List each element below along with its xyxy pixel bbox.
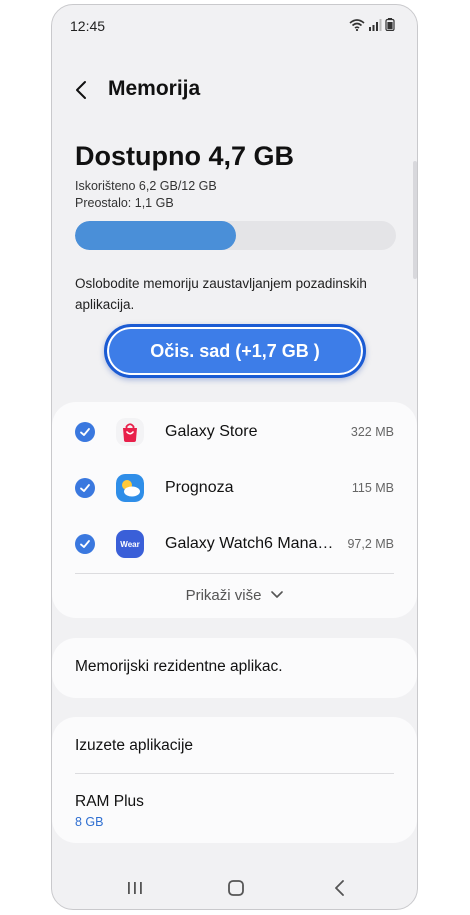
signal-icon bbox=[369, 18, 382, 31]
status-bar: 12:45 bbox=[52, 5, 417, 45]
phone-screen: 12:45 Memorija Dostupno 4,7 GB Iskorište… bbox=[51, 4, 418, 910]
excluded-apps-item[interactable]: Izuzete aplikacije bbox=[75, 737, 193, 755]
divider bbox=[75, 573, 394, 574]
app-row-galaxy-watch-manager[interactable]: Wear Galaxy Watch6 Manager 97,2 MB bbox=[52, 516, 417, 572]
app-name: Prognoza bbox=[165, 479, 234, 496]
chevron-down-icon bbox=[271, 591, 284, 598]
recent-apps-icon[interactable] bbox=[124, 877, 146, 899]
wear-icon: Wear bbox=[116, 530, 144, 558]
battery-icon bbox=[385, 18, 395, 31]
show-more-label: Prikaži više bbox=[185, 586, 262, 604]
ram-plus-value: 8 GB bbox=[75, 815, 104, 829]
app-size: 97,2 MB bbox=[347, 537, 394, 551]
app-name: Galaxy Watch6 Manager bbox=[165, 535, 335, 552]
ram-plus-item[interactable]: RAM Plus bbox=[75, 793, 144, 811]
back-arrow-icon[interactable] bbox=[70, 78, 94, 102]
used-memory-text: Iskorišteno 6,2 GB/12 GB bbox=[75, 179, 217, 193]
checkbox-checked[interactable] bbox=[75, 478, 95, 498]
app-size: 322 MB bbox=[350, 425, 394, 439]
settings-card: Izuzete aplikacije RAM Plus 8 GB bbox=[52, 717, 417, 843]
app-row-prognoza[interactable]: Prognoza 115 MB bbox=[52, 460, 417, 516]
checkbox-checked[interactable] bbox=[75, 534, 95, 554]
app-row-galaxy-store[interactable]: Galaxy Store 322 MB bbox=[52, 404, 417, 460]
memory-usage-bar bbox=[75, 221, 396, 250]
header: Memorija bbox=[52, 67, 417, 113]
weather-icon bbox=[116, 474, 144, 502]
divider bbox=[75, 773, 394, 774]
checkbox-checked[interactable] bbox=[75, 422, 95, 442]
wear-icon-label: Wear bbox=[120, 539, 140, 549]
galaxy-store-icon bbox=[116, 418, 144, 446]
page-title: Memorija bbox=[108, 77, 201, 100]
show-more-button[interactable]: Prikaži više bbox=[52, 582, 417, 608]
background-apps-card: Galaxy Store 322 MB Prognoza 115 MB Wear… bbox=[52, 402, 417, 618]
resident-apps-item[interactable]: Memorijski rezidentne aplikac. bbox=[52, 638, 417, 698]
status-icons bbox=[349, 18, 395, 31]
checkmark-icon bbox=[80, 540, 90, 548]
remaining-memory-text: Preostalo: 1,1 GB bbox=[75, 196, 174, 210]
navigation-bar bbox=[52, 873, 417, 903]
resident-apps-label: Memorijski rezidentne aplikac. bbox=[75, 658, 283, 675]
status-time: 12:45 bbox=[70, 18, 106, 34]
available-memory-title: Dostupno 4,7 GB bbox=[75, 141, 295, 171]
scroll-indicator[interactable] bbox=[413, 161, 417, 279]
checkmark-icon bbox=[80, 428, 90, 436]
checkmark-icon bbox=[80, 484, 90, 492]
app-size: 115 MB bbox=[351, 481, 394, 495]
home-icon[interactable] bbox=[225, 877, 247, 899]
memory-usage-fill bbox=[75, 221, 236, 250]
clean-now-button[interactable]: Očis. sad (+1,7 GB ) bbox=[104, 324, 366, 378]
app-name: Galaxy Store bbox=[165, 423, 258, 440]
clean-description: Oslobodite memoriju zaustavljanjem pozad… bbox=[75, 276, 367, 312]
wifi-icon bbox=[349, 18, 365, 31]
back-nav-icon[interactable] bbox=[329, 877, 351, 899]
